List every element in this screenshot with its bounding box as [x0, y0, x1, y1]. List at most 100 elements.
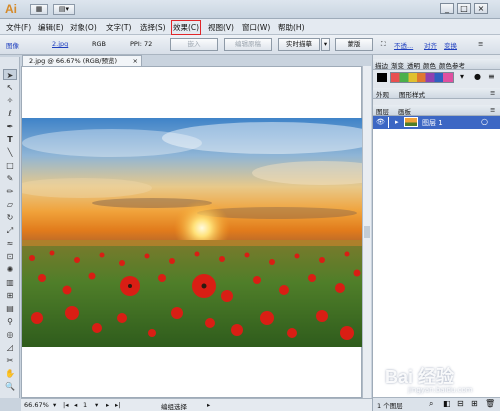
tab-stroke[interactable]: 描边: [375, 60, 388, 70]
column-graph-icon[interactable]: ▥: [3, 277, 17, 288]
menu-view[interactable]: 视图(V): [208, 22, 234, 33]
rotate-icon[interactable]: ↻: [3, 212, 17, 223]
status-text: 编组选择: [161, 403, 187, 411]
blend-icon[interactable]: ◎: [3, 329, 17, 340]
delete-layer-icon[interactable]: 🗑: [485, 399, 495, 408]
appearance-menu-icon[interactable]: ≡: [490, 89, 495, 97]
control-menu-icon[interactable]: ≡: [478, 40, 483, 48]
menu-object[interactable]: 对象(O): [70, 22, 97, 33]
layer-name[interactable]: 图层 1: [422, 118, 443, 128]
zoom-icon[interactable]: 🔍: [3, 381, 17, 392]
type-icon[interactable]: T: [3, 134, 17, 145]
vertical-scrollbar[interactable]: [362, 66, 371, 398]
rectangle-icon[interactable]: □: [3, 160, 17, 171]
layers-panel-tabs: 图层 画板 ≡: [373, 105, 500, 116]
embed-button[interactable]: 嵌入: [170, 38, 218, 51]
close-button[interactable]: ×: [474, 3, 488, 14]
app-logo: Ai: [5, 2, 17, 16]
restore-button[interactable]: □: [457, 3, 471, 14]
zoom-field[interactable]: 66.67%: [24, 401, 49, 409]
eraser-icon[interactable]: ▱: [3, 199, 17, 210]
placed-image[interactable]: [22, 118, 362, 347]
pen-icon[interactable]: ✒: [3, 121, 17, 132]
hand-icon[interactable]: ✋: [3, 368, 17, 379]
bridge-icon[interactable]: ▦: [30, 4, 48, 15]
linked-file-link[interactable]: 2.jpg: [52, 40, 68, 48]
tab-gradient[interactable]: 渐变: [391, 60, 404, 70]
mesh-icon[interactable]: ⊞: [3, 290, 17, 301]
menu-edit[interactable]: 编辑(E): [38, 22, 64, 33]
paintbrush-icon[interactable]: ✎: [3, 173, 17, 184]
selection-icon[interactable]: ➤: [3, 69, 17, 80]
live-trace-button[interactable]: 实时描摹: [278, 38, 320, 51]
visibility-eye-icon[interactable]: 👁: [376, 118, 385, 126]
menu-effect[interactable]: 效果(C): [170, 20, 202, 35]
menu-type[interactable]: 文字(T): [106, 22, 131, 33]
scrollbar-thumb[interactable]: [364, 226, 370, 238]
next-page-icon[interactable]: ▸: [106, 401, 109, 409]
locate-object-icon[interactable]: ⌕: [429, 399, 433, 409]
tab-layers[interactable]: 图层: [376, 106, 389, 116]
new-sublayer-icon[interactable]: ⊟: [457, 399, 464, 408]
opacity-link[interactable]: 不透...: [394, 40, 413, 50]
mask-button[interactable]: 蒙版: [335, 38, 373, 51]
tab-transparency[interactable]: 透明: [407, 60, 420, 70]
align-link[interactable]: 对齐: [424, 40, 437, 50]
zoom-dropdown-icon[interactable]: ▾: [53, 401, 56, 409]
scissors-icon[interactable]: ✂: [3, 355, 17, 366]
symbol-sprayer-icon[interactable]: ✺: [3, 264, 17, 275]
edit-original-button[interactable]: 编辑原稿: [224, 38, 272, 51]
warp-icon[interactable]: ≈: [3, 238, 17, 249]
layer-count: 1 个图层: [377, 402, 403, 410]
expand-triangle-icon[interactable]: ▸: [395, 118, 399, 126]
tab-artboards[interactable]: 画板: [398, 106, 411, 116]
title-bar: Ai ▦ ▤▾ _ □ ×: [0, 0, 500, 19]
menu-help[interactable]: 帮助(H): [278, 22, 305, 33]
menu-bar: 文件(F) 编辑(E) 对象(O) 文字(T) 选择(S) 效果(C) 视图(V…: [0, 19, 500, 35]
color-harmony-icon[interactable]: ●: [474, 72, 481, 81]
gradient-icon[interactable]: ▤: [3, 303, 17, 314]
live-trace-options-icon[interactable]: ▾: [321, 38, 330, 51]
lasso-icon[interactable]: ℓ: [3, 108, 17, 119]
scale-icon[interactable]: ⤢: [3, 225, 17, 236]
transform-link[interactable]: 变换: [444, 40, 457, 50]
page-dropdown-icon[interactable]: ▾: [95, 401, 98, 409]
layers-menu-icon[interactable]: ≡: [490, 106, 495, 114]
magic-wand-icon[interactable]: ✧: [3, 95, 17, 106]
close-document-icon[interactable]: ×: [133, 56, 138, 66]
minimize-button[interactable]: _: [440, 3, 454, 14]
layer-target-icon[interactable]: ○: [481, 117, 488, 126]
status-bar: 66.67% ▾ |◂ ◂ 1 ▾ ▸ ▸| 编组选择 ▸: [21, 398, 372, 411]
menu-window[interactable]: 窗口(W): [242, 22, 270, 33]
eyedropper-icon[interactable]: ⚲: [3, 316, 17, 327]
layers-list: 👁 ▸ 图层 1 ○: [373, 116, 500, 397]
color-panel-menu-icon[interactable]: ≡: [488, 72, 495, 81]
first-page-icon[interactable]: |◂: [63, 401, 68, 409]
document-tab[interactable]: 2.jpg @ 66.67% (RGB/预览) ×: [22, 55, 142, 66]
last-page-icon[interactable]: ▸|: [115, 401, 120, 409]
page-field[interactable]: 1: [83, 401, 87, 409]
menu-file[interactable]: 文件(F): [6, 22, 31, 33]
slice-icon[interactable]: ◿: [3, 342, 17, 353]
tab-color-guide[interactable]: 颜色参考: [439, 60, 465, 70]
line-icon[interactable]: ╲: [3, 147, 17, 158]
tab-graphic-styles[interactable]: 图形样式: [399, 89, 425, 99]
direct-selection-icon[interactable]: ↖: [3, 82, 17, 93]
clipping-mask-icon[interactable]: ◧: [443, 399, 451, 408]
new-layer-icon[interactable]: ⊞: [471, 399, 478, 408]
layer-thumbnail: [404, 117, 418, 127]
free-transform-icon[interactable]: ⊡: [3, 251, 17, 262]
color-group-icon[interactable]: ▾: [460, 72, 464, 81]
transform-icon[interactable]: ⛶: [381, 40, 386, 49]
previous-page-icon[interactable]: ◂: [74, 401, 77, 409]
arrange-documents-icon[interactable]: ▤▾: [53, 4, 75, 15]
status-menu-icon[interactable]: ▸: [207, 401, 210, 409]
pencil-icon[interactable]: ✏: [3, 186, 17, 197]
tab-appearance[interactable]: 外观: [376, 89, 389, 99]
tab-color[interactable]: 颜色: [423, 60, 436, 70]
control-bar: 图像 2.jpg RGB PPI: 72 嵌入 编辑原稿 实时描摹 ▾ 蒙版 ⛶…: [0, 35, 500, 55]
color-guide-swatches[interactable]: [390, 72, 454, 83]
fill-color-swatch[interactable]: [377, 73, 387, 82]
layer-row[interactable]: 👁 ▸ 图层 1 ○: [373, 116, 500, 129]
menu-select[interactable]: 选择(S): [140, 22, 166, 33]
